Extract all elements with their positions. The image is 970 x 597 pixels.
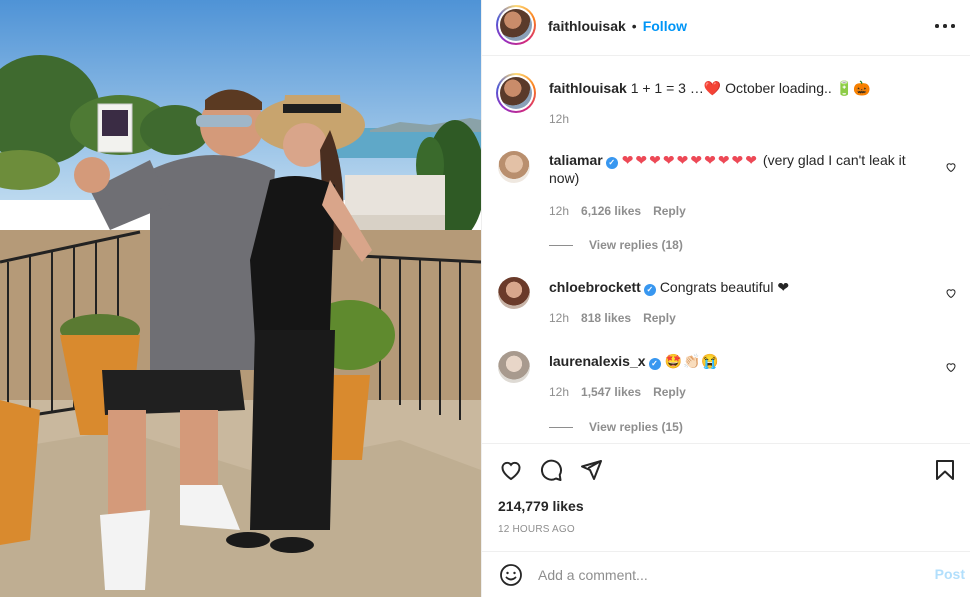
post-comment-button[interactable]: Post [935, 566, 965, 582]
caption-body: 1 + 1 = 3 …❤️ October loading.. 🔋🎃 [630, 80, 871, 96]
comment-item: chloebrockett ✓ Congrats beautiful ❤ 12h 81… [498, 275, 957, 335]
caption-meta: 12h [549, 112, 581, 126]
comment-username[interactable]: taliamar [549, 152, 603, 168]
post-actions: 214,779 likes 12 HOURS AGO [482, 443, 970, 551]
separator-dot: • [631, 18, 637, 34]
verified-badge-icon: ✓ [643, 284, 656, 296]
caption-avatar[interactable] [496, 73, 536, 113]
comment-item: laurenalexis_x ✓ 🤩👏🏻😭 12h 1,547 likes Reply … [498, 349, 957, 443]
comment-time[interactable]: 12h [549, 204, 569, 218]
comment-body: Congrats beautiful ❤ [659, 279, 790, 295]
caption-row: faithlouisak 1 + 1 = 3 …❤️ October loadi… [496, 73, 957, 133]
view-replies-button[interactable]: View replies (18) [549, 238, 683, 252]
commenter-avatar[interactable] [498, 351, 530, 383]
comment-meta: 12h 1,547 likes Reply [549, 385, 698, 399]
caption-text: faithlouisak 1 + 1 = 3 …❤️ October loadi… [549, 79, 917, 97]
post-photo[interactable] [0, 0, 481, 597]
comment-meta: 12h 818 likes Reply [549, 311, 688, 325]
post-timestamp[interactable]: 12 HOURS AGO [498, 524, 575, 535]
comment-time[interactable]: 12h [549, 311, 569, 325]
reply-button[interactable]: Reply [643, 311, 676, 325]
comment-text: taliamar ✓ ❤❤❤❤❤❤❤❤❤❤ (very glad I can't l… [549, 151, 917, 187]
comment-like-heart-icon[interactable] [945, 287, 957, 299]
post-likes-count[interactable]: 214,779 likes [498, 498, 584, 514]
comment-bubble-icon[interactable] [539, 458, 563, 482]
author-username[interactable]: faithlouisak [548, 18, 626, 34]
caption-username[interactable]: faithlouisak [549, 80, 627, 96]
paper-plane-icon[interactable] [579, 458, 603, 482]
comment-likes[interactable]: 6,126 likes [581, 204, 641, 218]
post-image [0, 0, 481, 597]
comments-list[interactable]: faithlouisak 1 + 1 = 3 …❤️ October loadi… [482, 57, 970, 443]
more-dots-icon[interactable] [933, 14, 957, 38]
commenter-avatar[interactable] [498, 151, 530, 183]
comment-body: 🤩👏🏻😭 [664, 353, 720, 369]
comment-input[interactable] [538, 565, 898, 585]
caption-time[interactable]: 12h [549, 112, 569, 126]
view-replies-button[interactable]: View replies (15) [549, 420, 683, 434]
follow-button[interactable]: Follow [643, 18, 687, 34]
post-side-panel: faithlouisak • Follow faithlouisak 1 + 1 =… [481, 0, 970, 597]
comment-likes[interactable]: 818 likes [581, 311, 631, 325]
comment-text: chloebrockett ✓ Congrats beautiful ❤ [549, 278, 917, 296]
bookmark-icon[interactable] [933, 458, 957, 482]
commenter-avatar[interactable] [498, 277, 530, 309]
comment-hearts: ❤❤❤❤❤❤❤❤❤❤ [621, 152, 760, 168]
comment-item: taliamar ✓ ❤❤❤❤❤❤❤❤❤❤ (very glad I can't l… [498, 149, 957, 259]
comment-username[interactable]: laurenalexis_x [549, 353, 646, 369]
comment-text: laurenalexis_x ✓ 🤩👏🏻😭 [549, 352, 917, 370]
comment-like-heart-icon[interactable] [945, 161, 957, 173]
add-comment-bar: Post [482, 551, 970, 597]
comment-time[interactable]: 12h [549, 385, 569, 399]
comment-username[interactable]: chloebrockett [549, 279, 641, 295]
verified-badge-icon: ✓ [605, 157, 618, 169]
reply-button[interactable]: Reply [653, 204, 686, 218]
comment-like-heart-icon[interactable] [945, 361, 957, 373]
post-header: faithlouisak • Follow [482, 0, 970, 56]
reply-button[interactable]: Reply [653, 385, 686, 399]
comment-meta: 12h 6,126 likes Reply [549, 204, 698, 218]
verified-badge-icon: ✓ [648, 358, 661, 370]
author-avatar[interactable] [496, 5, 536, 45]
comment-likes[interactable]: 1,547 likes [581, 385, 641, 399]
heart-icon[interactable] [499, 458, 523, 482]
smiley-icon[interactable] [499, 563, 523, 587]
